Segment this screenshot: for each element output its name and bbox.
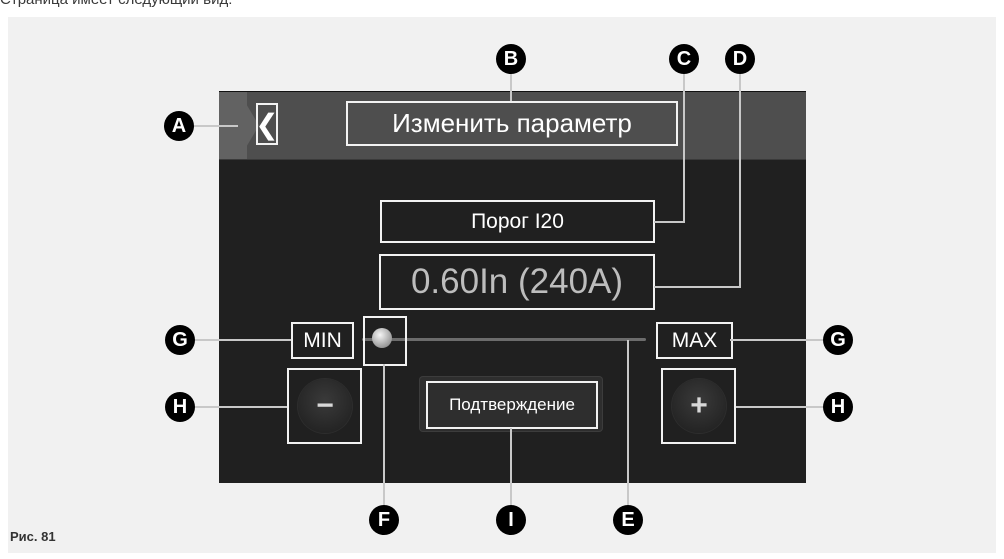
callout-c: C	[669, 44, 699, 74]
callout-h-right: H	[823, 392, 853, 422]
callout-leader-lines	[194, 74, 823, 505]
callout-h-left: H	[165, 392, 195, 422]
callout-b: B	[496, 44, 526, 74]
callout-i: I	[496, 505, 526, 535]
callout-g-right: G	[823, 325, 853, 355]
callout-g-left: G	[165, 325, 195, 355]
callout-e: E	[613, 505, 643, 535]
callout-a: A	[164, 111, 194, 141]
figure-caption: Рис. 81	[10, 529, 56, 544]
callout-f: F	[369, 505, 399, 535]
callout-d: D	[725, 44, 755, 74]
